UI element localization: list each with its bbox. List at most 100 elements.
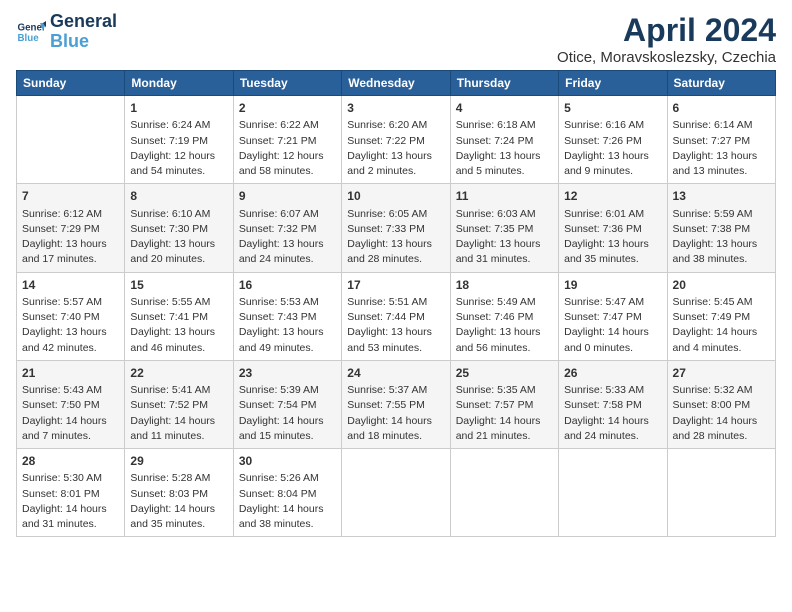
calendar-body: 1Sunrise: 6:24 AMSunset: 7:19 PMDaylight… xyxy=(17,96,776,537)
day-info-line: Daylight: 13 hours xyxy=(564,237,661,252)
day-number: 25 xyxy=(456,365,553,382)
day-info-line: Sunset: 7:57 PM xyxy=(456,398,553,413)
calendar-cell xyxy=(450,449,558,537)
day-info-line: and 21 minutes. xyxy=(456,429,553,444)
location-subtitle: Otice, Moravskoslezsky, Czechia xyxy=(557,49,776,66)
calendar-cell xyxy=(667,449,775,537)
day-info-line: Sunrise: 6:20 AM xyxy=(347,118,444,133)
day-number: 2 xyxy=(239,100,336,117)
day-info-line: Daylight: 13 hours xyxy=(347,237,444,252)
day-number: 4 xyxy=(456,100,553,117)
day-info-line: Sunrise: 5:55 AM xyxy=(130,295,227,310)
day-info-line: Sunset: 7:21 PM xyxy=(239,134,336,149)
calendar-cell: 12Sunrise: 6:01 AMSunset: 7:36 PMDayligh… xyxy=(559,184,667,272)
calendar-cell: 23Sunrise: 5:39 AMSunset: 7:54 PMDayligh… xyxy=(233,360,341,448)
day-info-line: Daylight: 14 hours xyxy=(22,414,119,429)
day-info-line: and 38 minutes. xyxy=(673,252,770,267)
day-info-line: Sunset: 7:40 PM xyxy=(22,310,119,325)
day-info-line: Daylight: 14 hours xyxy=(564,325,661,340)
day-info-line: Sunrise: 6:01 AM xyxy=(564,207,661,222)
calendar-cell: 7Sunrise: 6:12 AMSunset: 7:29 PMDaylight… xyxy=(17,184,125,272)
day-info-line: Sunrise: 6:07 AM xyxy=(239,207,336,222)
day-number: 14 xyxy=(22,277,119,294)
calendar-cell: 15Sunrise: 5:55 AMSunset: 7:41 PMDayligh… xyxy=(125,272,233,360)
day-info-line: Sunset: 7:29 PM xyxy=(22,222,119,237)
day-info-line: Daylight: 12 hours xyxy=(239,149,336,164)
day-number: 23 xyxy=(239,365,336,382)
day-info-line: Daylight: 13 hours xyxy=(22,325,119,340)
day-info-line: Sunrise: 6:10 AM xyxy=(130,207,227,222)
day-number: 17 xyxy=(347,277,444,294)
day-info-line: Daylight: 14 hours xyxy=(673,325,770,340)
day-info-line: and 2 minutes. xyxy=(347,164,444,179)
calendar-cell: 6Sunrise: 6:14 AMSunset: 7:27 PMDaylight… xyxy=(667,96,775,184)
day-number: 26 xyxy=(564,365,661,382)
calendar-week-3: 14Sunrise: 5:57 AMSunset: 7:40 PMDayligh… xyxy=(17,272,776,360)
day-info-line: and 18 minutes. xyxy=(347,429,444,444)
calendar-week-1: 1Sunrise: 6:24 AMSunset: 7:19 PMDaylight… xyxy=(17,96,776,184)
calendar-cell: 20Sunrise: 5:45 AMSunset: 7:49 PMDayligh… xyxy=(667,272,775,360)
month-title: April 2024 xyxy=(557,12,776,49)
day-info-line: Sunset: 7:50 PM xyxy=(22,398,119,413)
day-number: 24 xyxy=(347,365,444,382)
calendar-header-row: Sunday Monday Tuesday Wednesday Thursday… xyxy=(17,71,776,96)
day-number: 6 xyxy=(673,100,770,117)
day-info-line: Sunset: 8:04 PM xyxy=(239,487,336,502)
day-info-line: Daylight: 13 hours xyxy=(673,149,770,164)
day-info-line: and 42 minutes. xyxy=(22,341,119,356)
day-info-line: and 46 minutes. xyxy=(130,341,227,356)
calendar-week-4: 21Sunrise: 5:43 AMSunset: 7:50 PMDayligh… xyxy=(17,360,776,448)
day-info-line: and 13 minutes. xyxy=(673,164,770,179)
day-info-line: Sunrise: 5:53 AM xyxy=(239,295,336,310)
day-number: 11 xyxy=(456,188,553,205)
day-number: 21 xyxy=(22,365,119,382)
day-info-line: Sunset: 7:22 PM xyxy=(347,134,444,149)
day-info-line: Sunrise: 6:22 AM xyxy=(239,118,336,133)
logo: General Blue General Blue xyxy=(16,12,117,52)
day-info-line: Sunset: 7:24 PM xyxy=(456,134,553,149)
day-info-line: Sunrise: 6:03 AM xyxy=(456,207,553,222)
page-container: General Blue General Blue April 2024 Oti… xyxy=(0,0,792,545)
calendar-cell: 24Sunrise: 5:37 AMSunset: 7:55 PMDayligh… xyxy=(342,360,450,448)
day-info-line: and 28 minutes. xyxy=(347,252,444,267)
day-number: 18 xyxy=(456,277,553,294)
col-sunday: Sunday xyxy=(17,71,125,96)
day-info-line: Sunrise: 6:16 AM xyxy=(564,118,661,133)
day-info-line: and 38 minutes. xyxy=(239,517,336,532)
day-info-line: Daylight: 14 hours xyxy=(22,502,119,517)
day-info-line: and 7 minutes. xyxy=(22,429,119,444)
day-info-line: Sunset: 7:27 PM xyxy=(673,134,770,149)
day-info-line: and 11 minutes. xyxy=(130,429,227,444)
day-info-line: Sunrise: 5:57 AM xyxy=(22,295,119,310)
day-info-line: Sunset: 7:36 PM xyxy=(564,222,661,237)
day-info-line: Daylight: 14 hours xyxy=(130,414,227,429)
day-info-line: Sunrise: 5:30 AM xyxy=(22,471,119,486)
day-number: 28 xyxy=(22,453,119,470)
day-info-line: and 15 minutes. xyxy=(239,429,336,444)
day-info-line: Sunrise: 5:43 AM xyxy=(22,383,119,398)
day-info-line: Daylight: 13 hours xyxy=(239,325,336,340)
day-info-line: and 4 minutes. xyxy=(673,341,770,356)
calendar-cell: 26Sunrise: 5:33 AMSunset: 7:58 PMDayligh… xyxy=(559,360,667,448)
day-info-line: and 28 minutes. xyxy=(673,429,770,444)
logo-icon: General Blue xyxy=(16,17,46,47)
day-info-line: Daylight: 13 hours xyxy=(456,149,553,164)
day-number: 15 xyxy=(130,277,227,294)
day-info-line: Sunset: 7:49 PM xyxy=(673,310,770,325)
day-number: 27 xyxy=(673,365,770,382)
day-info-line: and 0 minutes. xyxy=(564,341,661,356)
day-number: 7 xyxy=(22,188,119,205)
col-wednesday: Wednesday xyxy=(342,71,450,96)
calendar-cell xyxy=(559,449,667,537)
calendar-cell: 2Sunrise: 6:22 AMSunset: 7:21 PMDaylight… xyxy=(233,96,341,184)
day-info-line: Sunset: 7:33 PM xyxy=(347,222,444,237)
day-info-line: Daylight: 13 hours xyxy=(130,237,227,252)
day-info-line: and 24 minutes. xyxy=(239,252,336,267)
day-number: 29 xyxy=(130,453,227,470)
day-info-line: and 35 minutes. xyxy=(130,517,227,532)
calendar-cell: 27Sunrise: 5:32 AMSunset: 8:00 PMDayligh… xyxy=(667,360,775,448)
day-number: 22 xyxy=(130,365,227,382)
day-number: 8 xyxy=(130,188,227,205)
day-info-line: Sunset: 7:58 PM xyxy=(564,398,661,413)
title-block: April 2024 Otice, Moravskoslezsky, Czech… xyxy=(557,12,776,66)
